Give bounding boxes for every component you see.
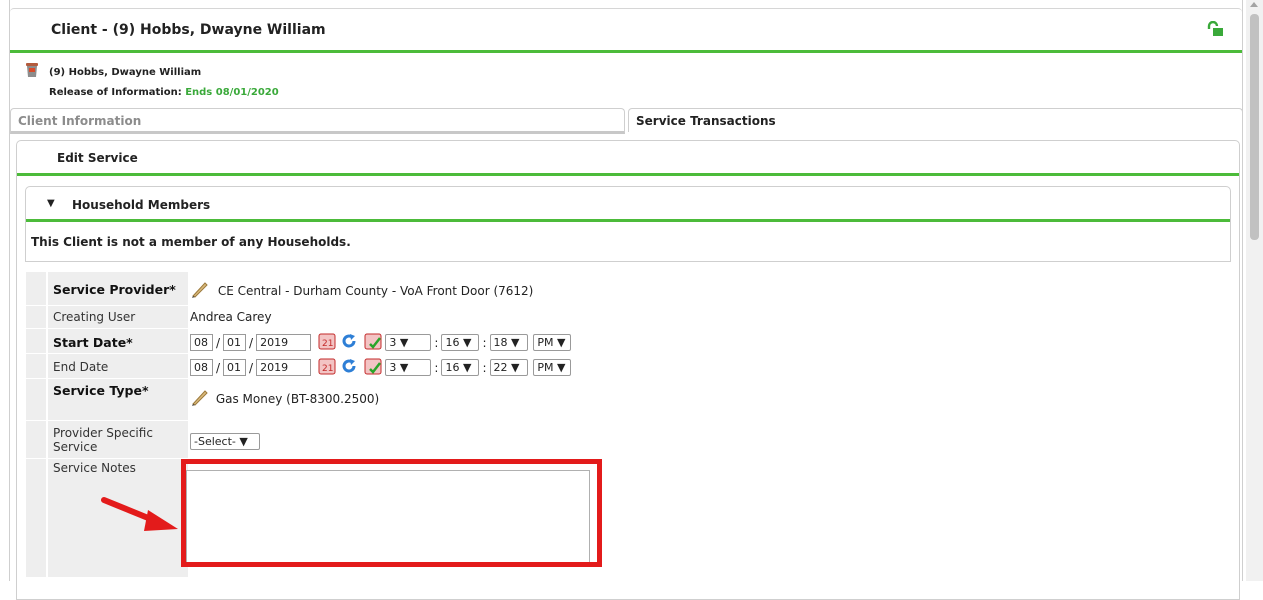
end-minute-select[interactable]: 16 ▼ — [441, 359, 480, 376]
service-type-label: Service Type* — [48, 379, 188, 420]
start-ampm-select[interactable]: PM ▼ — [533, 334, 572, 351]
svg-text:21: 21 — [322, 364, 333, 374]
end-day-input[interactable]: 01 — [223, 359, 247, 376]
service-provider-label: Service Provider* — [48, 272, 188, 305]
start-minute-select[interactable]: 16 ▼ — [441, 334, 480, 351]
collapse-triangle-icon[interactable]: ▼ — [47, 198, 55, 209]
start-month-input[interactable]: 08 — [190, 334, 213, 351]
start-year-input[interactable]: 2019 — [256, 334, 312, 351]
client-titlebar: Client - (9) Hobbs, Dwayne William — [10, 8, 1242, 53]
start-hour-select[interactable]: 3 ▼ — [385, 334, 432, 351]
calendar-check-icon[interactable] — [364, 332, 382, 353]
service-type-text: Gas Money (BT-8300.2500) — [215, 391, 380, 406]
scroll-thumb[interactable] — [1250, 14, 1259, 240]
end-year-input[interactable]: 2019 — [256, 359, 312, 376]
row-end-date: End Date 08/01/2019 21 3 ▼:16 ▼:22 ▼ PM … — [26, 354, 1232, 378]
household-members-title: Household Members — [72, 198, 211, 212]
calendar-icon[interactable]: 21 — [318, 332, 336, 353]
calendar-icon[interactable]: 21 — [318, 357, 336, 378]
edit-service-title: Edit Service — [57, 151, 138, 165]
roi-label: Release of Information: — [49, 87, 182, 98]
tab-client-information[interactable]: Client Information — [10, 108, 625, 134]
start-date-label: Start Date* — [48, 329, 188, 353]
row-provider-specific: Provider Specific Service -Select- ▼ — [26, 421, 1232, 458]
edit-service-header: Edit Service — [17, 141, 1239, 176]
start-second-select[interactable]: 18 ▼ — [489, 334, 528, 351]
lock-open-icon[interactable] — [1206, 20, 1224, 40]
client-summary: (9) Hobbs, Dwayne William Release of Inf… — [10, 55, 1242, 105]
row-creating-user: Creating User Andrea Carey — [26, 306, 1232, 328]
refresh-icon[interactable] — [340, 332, 358, 353]
highlight-box-annotation — [181, 459, 602, 567]
end-date-controls: 08/01/2019 21 3 ▼:16 ▼:22 ▼ PM ▼ — [190, 354, 572, 378]
row-service-type: Service Type* Gas Money (BT-8300.2500) — [26, 379, 1232, 420]
tab-service-transactions[interactable]: Service Transactions — [628, 108, 1243, 132]
household-message: This Client is not a member of any House… — [31, 235, 351, 249]
scroll-up-arrow-icon[interactable] — [1250, 2, 1258, 7]
end-hour-select[interactable]: 3 ▼ — [385, 359, 432, 376]
calendar-check-icon[interactable] — [364, 357, 382, 378]
service-type-value: Gas Money (BT-8300.2500) — [190, 379, 379, 420]
service-provider-value: CE Central - Durham County - VoA Front D… — [190, 272, 533, 305]
red-arrow-annotation — [100, 490, 180, 543]
svg-text:21: 21 — [322, 339, 333, 349]
creating-user-value: Andrea Carey — [190, 310, 272, 324]
end-date-label: End Date — [48, 354, 188, 378]
start-date-controls: 08/01/2019 21 3 ▼:16 ▼:18 ▼ PM ▼ — [190, 329, 572, 353]
provider-specific-label: Provider Specific Service — [48, 421, 168, 458]
start-day-input[interactable]: 01 — [223, 334, 247, 351]
end-month-input[interactable]: 08 — [190, 359, 213, 376]
row-service-provider: Service Provider* CE Central - Durham Co… — [26, 272, 1232, 305]
client-name: (9) Hobbs, Dwayne William — [49, 67, 202, 78]
refresh-icon[interactable] — [340, 357, 358, 378]
pencil-icon[interactable] — [190, 388, 210, 409]
creating-user-label: Creating User — [48, 306, 188, 328]
end-ampm-select[interactable]: PM ▼ — [533, 359, 572, 376]
pencil-icon[interactable] — [190, 280, 210, 301]
service-provider-text: CE Central - Durham County - VoA Front D… — [217, 283, 534, 298]
vertical-scrollbar[interactable] — [1246, 0, 1263, 581]
household-members-panel: ▼ Household Members This Client is not a… — [25, 186, 1231, 262]
household-members-header[interactable]: ▼ Household Members — [26, 187, 1230, 222]
roi-value: Ends 08/01/2020 — [185, 87, 279, 98]
release-of-information: Release of Information: Ends 08/01/2020 — [49, 87, 279, 98]
provider-specific-select[interactable]: -Select- ▼ — [190, 433, 260, 450]
provider-specific-controls: -Select- ▼ — [190, 421, 260, 458]
page-title: Client - (9) Hobbs, Dwayne William — [51, 22, 326, 38]
end-second-select[interactable]: 22 ▼ — [489, 359, 528, 376]
client-trash-icon — [25, 62, 39, 81]
row-start-date: Start Date* 08/01/2019 21 3 ▼:16 ▼:18 ▼ … — [26, 329, 1232, 353]
